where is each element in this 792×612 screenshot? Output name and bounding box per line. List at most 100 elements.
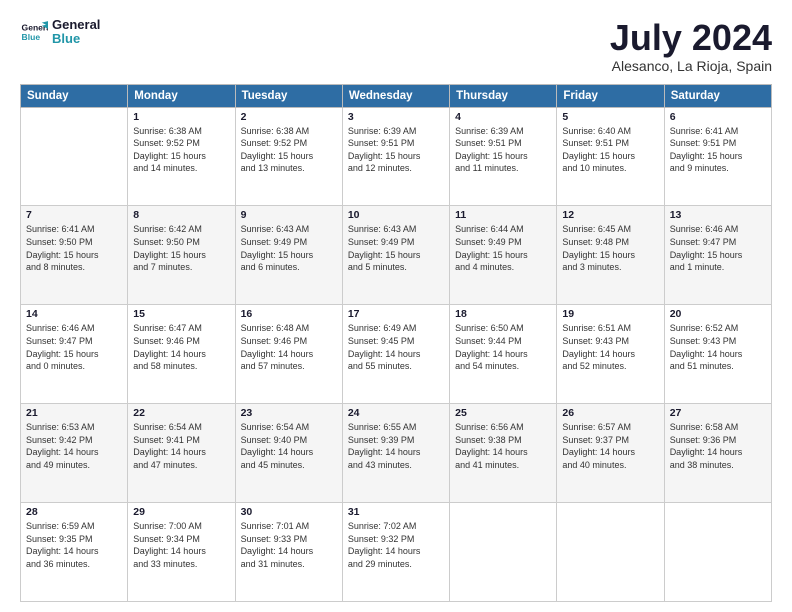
calendar-cell: 20 Sunrise: 6:52 AM Sunset: 9:43 PM Dayli…	[664, 305, 771, 404]
calendar-cell: 16 Sunrise: 6:48 AM Sunset: 9:46 PM Dayli…	[235, 305, 342, 404]
day-number: 9	[241, 209, 337, 221]
calendar-cell: 12 Sunrise: 6:45 AM Sunset: 9:48 PM Dayli…	[557, 206, 664, 305]
calendar-week-3: 14 Sunrise: 6:46 AM Sunset: 9:47 PM Dayli…	[21, 305, 772, 404]
day-info: Sunrise: 6:41 AM Sunset: 9:50 PM Dayligh…	[26, 223, 122, 273]
day-info: Sunrise: 6:53 AM Sunset: 9:42 PM Dayligh…	[26, 421, 122, 471]
day-number: 28	[26, 506, 122, 518]
calendar-cell: 31Sunrise: 7:02 AM Sunset: 9:32 PM Dayli…	[342, 503, 449, 602]
calendar-week-5: 28 Sunrise: 6:59 AM Sunset: 9:35 PM Dayli…	[21, 503, 772, 602]
calendar-cell: 22Sunrise: 6:54 AM Sunset: 9:41 PM Dayli…	[128, 404, 235, 503]
logo: General Blue General Blue	[20, 18, 100, 47]
day-header-thursday: Thursday	[450, 84, 557, 107]
day-number: 29	[133, 506, 229, 518]
day-info: Sunrise: 6:50 AM Sunset: 9:44 PM Dayligh…	[455, 322, 551, 372]
day-number: 15	[133, 308, 229, 320]
day-number: 5	[562, 111, 658, 123]
day-number: 23	[241, 407, 337, 419]
day-info: Sunrise: 6:46 AM Sunset: 9:47 PM Dayligh…	[26, 322, 122, 372]
day-number: 4	[455, 111, 551, 123]
day-number: 12	[562, 209, 658, 221]
day-number: 6	[670, 111, 766, 123]
location: Alesanco, La Rioja, Spain	[610, 58, 772, 74]
day-info: Sunrise: 6:51 AM Sunset: 9:43 PM Dayligh…	[562, 322, 658, 372]
day-info: Sunrise: 6:41 AM Sunset: 9:51 PM Dayligh…	[670, 125, 766, 175]
logo-general: General	[52, 18, 100, 32]
day-info: Sunrise: 6:59 AM Sunset: 9:35 PM Dayligh…	[26, 520, 122, 570]
day-info: Sunrise: 6:45 AM Sunset: 9:48 PM Dayligh…	[562, 223, 658, 273]
day-info: Sunrise: 6:39 AM Sunset: 9:51 PM Dayligh…	[348, 125, 444, 175]
calendar-cell: 26Sunrise: 6:57 AM Sunset: 9:37 PM Dayli…	[557, 404, 664, 503]
day-info: Sunrise: 6:56 AM Sunset: 9:38 PM Dayligh…	[455, 421, 551, 471]
calendar-cell: 2Sunrise: 6:38 AM Sunset: 9:52 PM Daylig…	[235, 107, 342, 206]
month-title: July 2024	[610, 18, 772, 58]
day-number: 21	[26, 407, 122, 419]
day-info: Sunrise: 6:55 AM Sunset: 9:39 PM Dayligh…	[348, 421, 444, 471]
day-number: 7	[26, 209, 122, 221]
day-number: 17	[348, 308, 444, 320]
day-number: 16	[241, 308, 337, 320]
calendar-cell: 13Sunrise: 6:46 AM Sunset: 9:47 PM Dayli…	[664, 206, 771, 305]
day-number: 25	[455, 407, 551, 419]
calendar-cell: 3Sunrise: 6:39 AM Sunset: 9:51 PM Daylig…	[342, 107, 449, 206]
calendar-week-1: 1Sunrise: 6:38 AM Sunset: 9:52 PM Daylig…	[21, 107, 772, 206]
logo-icon: General Blue	[20, 18, 48, 46]
calendar-cell: 29Sunrise: 7:00 AM Sunset: 9:34 PM Dayli…	[128, 503, 235, 602]
calendar-week-4: 21 Sunrise: 6:53 AM Sunset: 9:42 PM Dayli…	[21, 404, 772, 503]
day-info: Sunrise: 7:02 AM Sunset: 9:32 PM Dayligh…	[348, 520, 444, 570]
calendar-cell: 21 Sunrise: 6:53 AM Sunset: 9:42 PM Dayli…	[21, 404, 128, 503]
day-number: 1	[133, 111, 229, 123]
day-info: Sunrise: 6:58 AM Sunset: 9:36 PM Dayligh…	[670, 421, 766, 471]
svg-text:Blue: Blue	[22, 32, 41, 42]
calendar-cell: 18 Sunrise: 6:50 AM Sunset: 9:44 PM Dayli…	[450, 305, 557, 404]
calendar-cell: 15 Sunrise: 6:47 AM Sunset: 9:46 PM Dayli…	[128, 305, 235, 404]
day-header-sunday: Sunday	[21, 84, 128, 107]
day-number: 11	[455, 209, 551, 221]
day-number: 2	[241, 111, 337, 123]
calendar-cell: 5Sunrise: 6:40 AM Sunset: 9:51 PM Daylig…	[557, 107, 664, 206]
day-header-tuesday: Tuesday	[235, 84, 342, 107]
day-info: Sunrise: 6:49 AM Sunset: 9:45 PM Dayligh…	[348, 322, 444, 372]
calendar-cell: 23Sunrise: 6:54 AM Sunset: 9:40 PM Dayli…	[235, 404, 342, 503]
calendar-cell	[664, 503, 771, 602]
calendar-cell: 24 Sunrise: 6:55 AM Sunset: 9:39 PM Dayli…	[342, 404, 449, 503]
calendar-cell: 7 Sunrise: 6:41 AM Sunset: 9:50 PM Daylig…	[21, 206, 128, 305]
calendar-cell	[21, 107, 128, 206]
calendar-cell	[450, 503, 557, 602]
day-header-friday: Friday	[557, 84, 664, 107]
calendar-cell: 30 Sunrise: 7:01 AM Sunset: 9:33 PM Dayli…	[235, 503, 342, 602]
calendar-cell	[557, 503, 664, 602]
day-info: Sunrise: 6:52 AM Sunset: 9:43 PM Dayligh…	[670, 322, 766, 372]
day-info: Sunrise: 6:47 AM Sunset: 9:46 PM Dayligh…	[133, 322, 229, 372]
day-info: Sunrise: 6:42 AM Sunset: 9:50 PM Dayligh…	[133, 223, 229, 273]
logo-blue: Blue	[52, 32, 100, 46]
day-info: Sunrise: 6:43 AM Sunset: 9:49 PM Dayligh…	[241, 223, 337, 273]
day-info: Sunrise: 6:44 AM Sunset: 9:49 PM Dayligh…	[455, 223, 551, 273]
day-info: Sunrise: 6:43 AM Sunset: 9:49 PM Dayligh…	[348, 223, 444, 273]
day-info: Sunrise: 6:54 AM Sunset: 9:41 PM Dayligh…	[133, 421, 229, 471]
calendar-cell: 14 Sunrise: 6:46 AM Sunset: 9:47 PM Dayli…	[21, 305, 128, 404]
day-number: 26	[562, 407, 658, 419]
day-info: Sunrise: 6:48 AM Sunset: 9:46 PM Dayligh…	[241, 322, 337, 372]
day-number: 18	[455, 308, 551, 320]
svg-text:General: General	[22, 23, 48, 33]
calendar-header: SundayMondayTuesdayWednesdayThursdayFrid…	[21, 84, 772, 107]
day-number: 24	[348, 407, 444, 419]
day-number: 20	[670, 308, 766, 320]
calendar: SundayMondayTuesdayWednesdayThursdayFrid…	[20, 84, 772, 602]
title-block: July 2024 Alesanco, La Rioja, Spain	[610, 18, 772, 74]
day-info: Sunrise: 7:01 AM Sunset: 9:33 PM Dayligh…	[241, 520, 337, 570]
calendar-cell: 10 Sunrise: 6:43 AM Sunset: 9:49 PM Dayli…	[342, 206, 449, 305]
day-info: Sunrise: 6:46 AM Sunset: 9:47 PM Dayligh…	[670, 223, 766, 273]
day-number: 14	[26, 308, 122, 320]
day-number: 30	[241, 506, 337, 518]
day-number: 8	[133, 209, 229, 221]
calendar-cell: 9 Sunrise: 6:43 AM Sunset: 9:49 PM Daylig…	[235, 206, 342, 305]
calendar-cell: 25 Sunrise: 6:56 AM Sunset: 9:38 PM Dayli…	[450, 404, 557, 503]
day-number: 10	[348, 209, 444, 221]
calendar-cell: 17 Sunrise: 6:49 AM Sunset: 9:45 PM Dayli…	[342, 305, 449, 404]
day-header-monday: Monday	[128, 84, 235, 107]
calendar-cell: 28 Sunrise: 6:59 AM Sunset: 9:35 PM Dayli…	[21, 503, 128, 602]
day-number: 27	[670, 407, 766, 419]
calendar-cell: 4Sunrise: 6:39 AM Sunset: 9:51 PM Daylig…	[450, 107, 557, 206]
day-number: 19	[562, 308, 658, 320]
